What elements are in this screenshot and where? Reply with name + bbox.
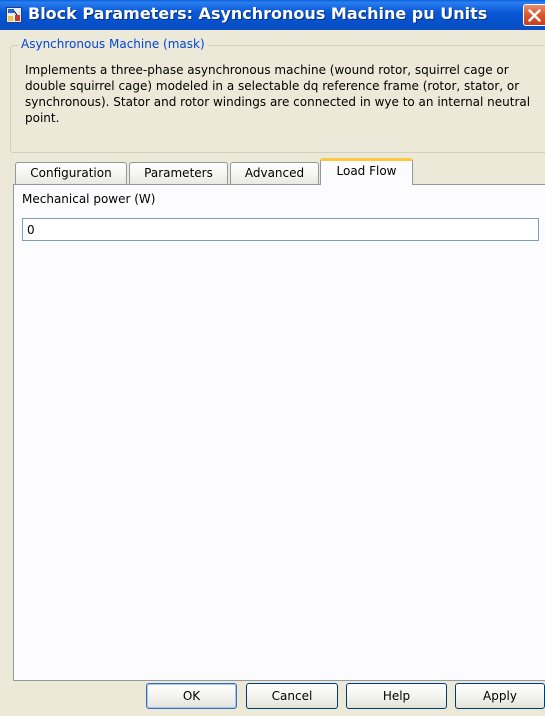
- tab-strip: Configuration Parameters Advanced Load F…: [0, 158, 545, 185]
- mechanical-power-label: Mechanical power (W): [22, 192, 156, 206]
- title-bar[interactable]: Block Parameters: Asynchronous Machine p…: [0, 0, 545, 30]
- ok-button[interactable]: OK: [146, 683, 237, 709]
- window-title: Block Parameters: Asynchronous Machine p…: [28, 4, 488, 23]
- tab-configuration[interactable]: Configuration: [15, 162, 127, 184]
- tab-advanced[interactable]: Advanced: [230, 162, 319, 184]
- load-flow-panel: [13, 184, 545, 681]
- block-parameters-dialog: Block Parameters: Asynchronous Machine p…: [0, 0, 545, 716]
- mask-group-title: Asynchronous Machine (mask): [18, 37, 208, 51]
- close-icon: [528, 9, 541, 22]
- tab-parameters[interactable]: Parameters: [129, 162, 228, 184]
- apply-button[interactable]: Apply: [455, 683, 545, 709]
- help-button[interactable]: Help: [346, 683, 447, 709]
- cancel-button[interactable]: Cancel: [246, 683, 338, 709]
- mechanical-power-input[interactable]: [22, 218, 539, 241]
- tab-load-flow[interactable]: Load Flow: [320, 158, 413, 185]
- mask-description: Implements a three-phase asynchronous ma…: [25, 63, 531, 125]
- close-button[interactable]: [523, 4, 545, 26]
- block-parameters-icon: [6, 7, 22, 23]
